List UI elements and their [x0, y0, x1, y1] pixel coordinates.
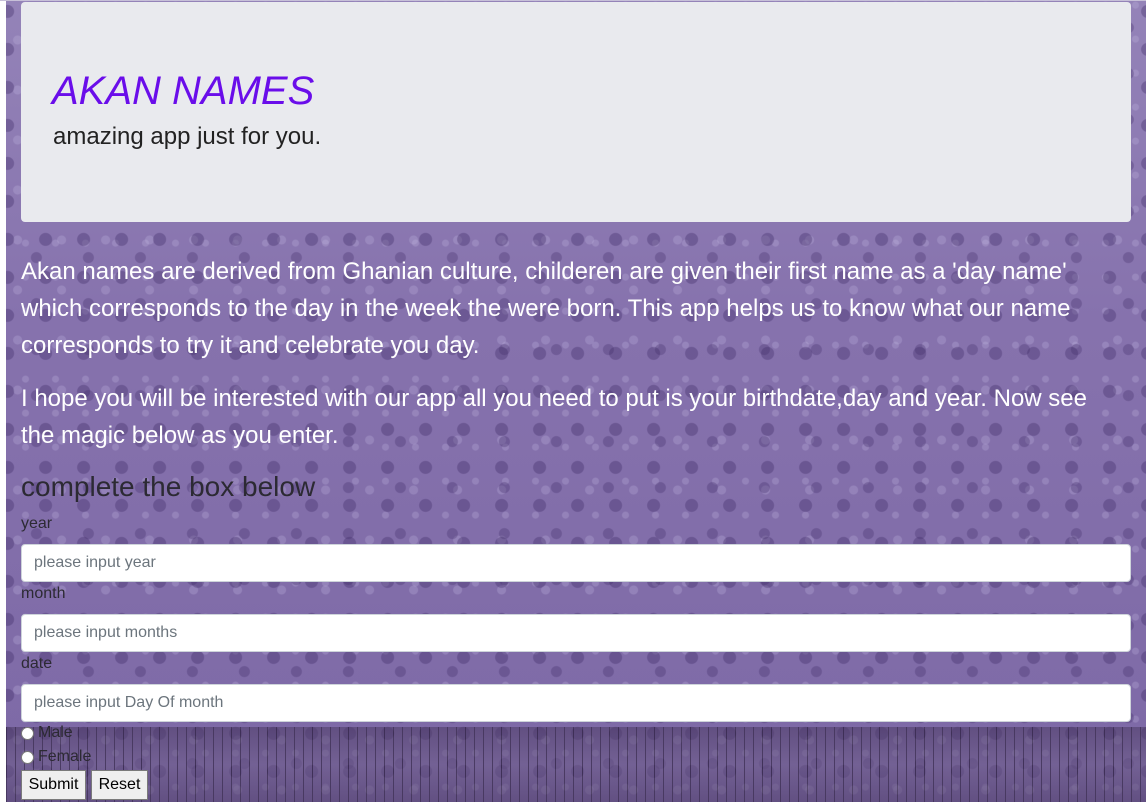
month-label: month [21, 585, 66, 602]
month-input[interactable] [21, 614, 1131, 652]
year-input[interactable] [21, 544, 1131, 582]
page-left-edge [0, 0, 6, 802]
date-input[interactable] [21, 684, 1131, 722]
male-radio-label: Male [38, 724, 73, 741]
submit-button[interactable]: Submit [21, 770, 86, 800]
page-subtitle: amazing app just for you. [53, 123, 322, 150]
page-title: AKAN NAMES [52, 69, 315, 113]
reset-button[interactable]: Reset [91, 770, 148, 800]
gender-option-female[interactable]: Female [21, 747, 91, 767]
background-tape-measure [6, 727, 1146, 802]
form-heading: complete the box below [21, 471, 316, 502]
female-radio[interactable] [21, 750, 34, 764]
intro-paragraph-1: Akan names are derived from Ghanian cult… [21, 258, 1071, 359]
header-jumbotron: AKAN NAMES amazing app just for you. [21, 2, 1131, 222]
year-label: year [21, 515, 53, 532]
male-radio[interactable] [21, 726, 34, 740]
page-top-edge [0, 0, 1146, 1]
gender-option-male[interactable]: Male [21, 723, 73, 743]
intro-paragraph-2: I hope you will be interested with our a… [21, 385, 1087, 449]
female-radio-label: Female [38, 748, 92, 765]
date-label: date [21, 655, 53, 672]
